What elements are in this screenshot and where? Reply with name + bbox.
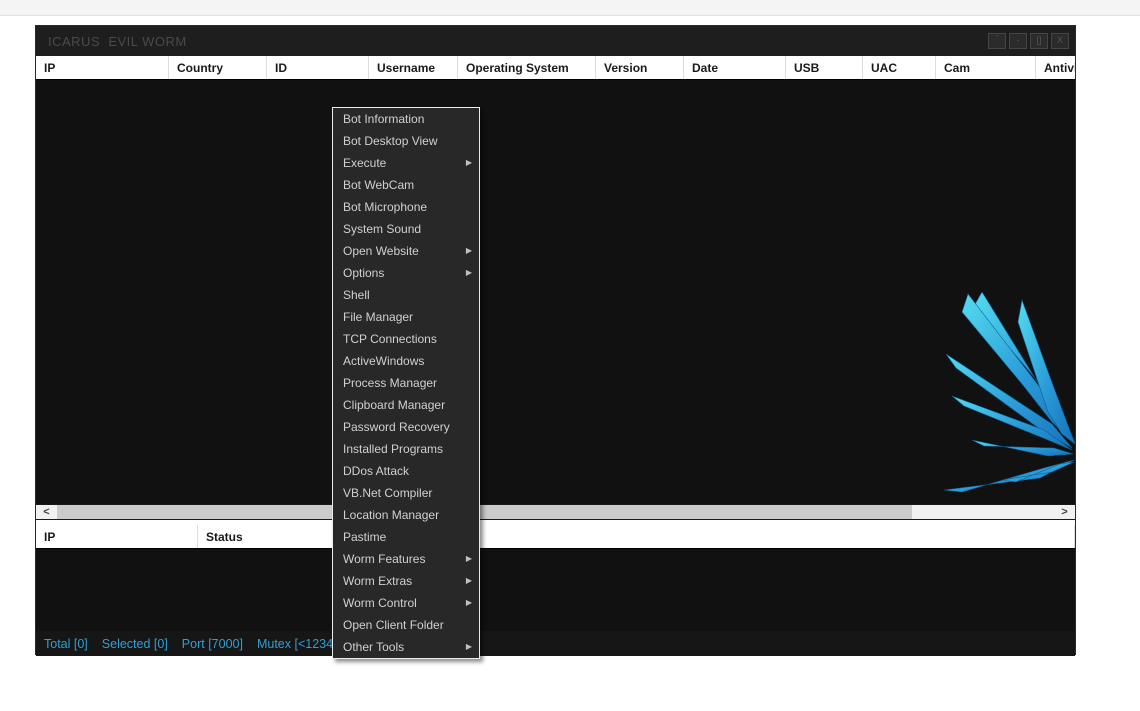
menu-item-label: Worm Features <box>343 552 425 566</box>
menu-item-installed-programs[interactable]: Installed Programs <box>333 438 479 460</box>
scrollbar-track[interactable] <box>57 505 1054 519</box>
menu-item-activewindows[interactable]: ActiveWindows <box>333 350 479 372</box>
menu-item-worm-control[interactable]: Worm Control ▶ <box>333 592 479 614</box>
menu-item-label: Worm Control <box>343 596 417 610</box>
bot-list-area[interactable] <box>36 80 1075 504</box>
menu-item-tcp-connections[interactable]: TCP Connections <box>333 328 479 350</box>
menu-item-clipboard-manager[interactable]: Clipboard Manager <box>333 394 479 416</box>
menu-item-location-manager[interactable]: Location Manager <box>333 504 479 526</box>
menu-item-system-sound[interactable]: System Sound <box>333 218 479 240</box>
scroll-left-icon[interactable]: < <box>36 505 57 519</box>
menu-item-open-website[interactable]: Open Website ▶ <box>333 240 479 262</box>
menu-item-password-recovery[interactable]: Password Recovery <box>333 416 479 438</box>
menu-item-execute[interactable]: Execute ▶ <box>333 152 479 174</box>
title-bar[interactable]: ICARUS EVIL WORM ‾ - [] X <box>36 26 1075 56</box>
menu-item-bot-microphone[interactable]: Bot Microphone <box>333 196 479 218</box>
submenu-arrow-icon: ▶ <box>466 262 472 284</box>
status-total: Total [0] <box>44 637 88 651</box>
column-header-status[interactable]: Status <box>198 525 1075 549</box>
column-header-version[interactable]: Version <box>596 56 684 80</box>
menu-item-worm-features[interactable]: Worm Features ▶ <box>333 548 479 570</box>
menu-item-label: Other Tools <box>343 640 404 654</box>
maximize-button[interactable]: [] <box>1030 33 1048 49</box>
column-header-date[interactable]: Date <box>684 56 786 80</box>
context-menu: Bot Information Bot Desktop View Execute… <box>332 107 480 659</box>
column-header-antivirus[interactable]: Antivirus <box>1036 56 1075 80</box>
status-selected: Selected [0] <box>102 637 168 651</box>
column-header-cam[interactable]: Cam <box>936 56 1036 80</box>
menu-item-worm-extras[interactable]: Worm Extras ▶ <box>333 570 479 592</box>
browser-chrome-strip <box>0 0 1140 16</box>
horizontal-scrollbar: < > <box>36 504 1075 520</box>
submenu-arrow-icon: ▶ <box>466 152 472 174</box>
window-controls: ‾ - [] X <box>988 33 1069 49</box>
menu-item-options[interactable]: Options ▶ <box>333 262 479 284</box>
column-header-ip[interactable]: IP <box>36 56 169 80</box>
submenu-arrow-icon: ▶ <box>466 548 472 570</box>
column-header-ip2[interactable]: IP <box>36 525 198 549</box>
scrollbar-thumb[interactable] <box>57 505 912 519</box>
submenu-arrow-icon: ▶ <box>466 570 472 592</box>
column-header-username[interactable]: Username <box>369 56 458 80</box>
menu-item-shell[interactable]: Shell <box>333 284 479 306</box>
menu-item-bot-desktop-view[interactable]: Bot Desktop View <box>333 130 479 152</box>
column-header-usb[interactable]: USB <box>786 56 863 80</box>
status-port: Port [7000] <box>182 637 243 651</box>
status-bar: Total [0] Selected [0] Port [7000] Mutex… <box>36 631 1075 656</box>
close-button[interactable]: X <box>1051 33 1069 49</box>
column-header-id[interactable]: ID <box>267 56 369 80</box>
bot-table-header: IP Country ID Username Operating System … <box>36 56 1075 80</box>
menu-item-bot-webcam[interactable]: Bot WebCam <box>333 174 479 196</box>
menu-item-bot-information[interactable]: Bot Information <box>333 108 479 130</box>
menu-item-file-manager[interactable]: File Manager <box>333 306 479 328</box>
minimize-button[interactable]: - <box>1009 33 1027 49</box>
icarus-window: ICARUS EVIL WORM ‾ - [] X IP Country ID … <box>35 25 1076 655</box>
menu-item-ddos-attack[interactable]: DDos Attack <box>333 460 479 482</box>
menu-item-other-tools[interactable]: Other Tools ▶ <box>333 636 479 658</box>
column-header-operating-system[interactable]: Operating System <box>458 56 596 80</box>
column-header-country[interactable]: Country <box>169 56 267 80</box>
submenu-arrow-icon: ▶ <box>466 592 472 614</box>
menu-item-label: Options <box>343 266 384 280</box>
pin-button[interactable]: ‾ <box>988 33 1006 49</box>
column-header-uac[interactable]: UAC <box>863 56 936 80</box>
menu-item-open-client-folder[interactable]: Open Client Folder <box>333 614 479 636</box>
icarus-logo-shards <box>944 292 1075 504</box>
submenu-arrow-icon: ▶ <box>466 240 472 262</box>
menu-item-process-manager[interactable]: Process Manager <box>333 372 479 394</box>
transfer-list-area[interactable] <box>36 549 1075 631</box>
menu-item-label: Open Website <box>343 244 419 258</box>
page: ICARUS EVIL WORM ‾ - [] X IP Country ID … <box>0 0 1140 711</box>
menu-item-pastime[interactable]: Pastime <box>333 526 479 548</box>
menu-item-vbnet-compiler[interactable]: VB.Net Compiler <box>333 482 479 504</box>
window-title: ICARUS EVIL WORM <box>36 34 187 49</box>
menu-item-label: Worm Extras <box>343 574 412 588</box>
scroll-right-icon[interactable]: > <box>1054 505 1075 519</box>
submenu-arrow-icon: ▶ <box>466 636 472 658</box>
transfer-table-header: IP Status <box>36 525 1075 549</box>
menu-item-label: Execute <box>343 156 386 170</box>
